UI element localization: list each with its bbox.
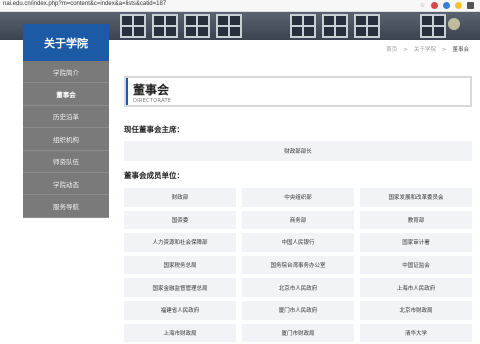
member-item: 国家发展和改革委员会 [360,188,472,207]
banner-window [120,14,146,38]
banner-window [216,14,242,38]
member-item: 北京市财政局 [360,300,472,320]
banner-window [290,14,316,38]
member-item: 国家审计署 [360,233,472,252]
sidebar-item-news[interactable]: 学院动态 [23,173,109,196]
banner-lamp [448,18,460,30]
breadcrumb-separator: > [441,47,447,53]
banner-window [184,14,210,38]
member-item: 商务部 [242,210,354,230]
sidebar-item-intro[interactable]: 学院简介 [23,61,109,84]
member-item: 国资委 [124,210,236,230]
sidebar-item-board[interactable]: 董事会 [23,83,109,106]
sidebar-item-faculty[interactable]: 师资队伍 [23,151,109,173]
member-item: 人力资源和社会保障部 [124,233,236,252]
url-text[interactable]: nai.edu.cn/index.php?m=content&c=index&a… [3,1,166,7]
extension-blue-icon[interactable] [443,2,450,9]
member-item: 上海市财政局 [124,323,236,343]
chair-value: 财政部部长 [124,141,472,161]
member-item: 福建省人民政府 [124,300,236,320]
chair-heading: 现任董事会主席： [124,125,184,134]
member-item: 国家税务总局 [124,255,236,275]
breadcrumb-about[interactable]: 关于学院 [414,47,436,53]
breadcrumb-current: 董事会 [452,47,469,53]
member-item: 北京市人民政府 [242,278,354,297]
member-item: 中国证监会 [360,255,472,275]
sidebar-item-organization[interactable]: 组织机构 [23,128,109,151]
member-item: 中国人民银行 [242,233,354,252]
breadcrumb-home[interactable]: 首页 [386,47,397,53]
extension-yellow-icon[interactable] [455,2,462,9]
page-header: 董事会 DIRECTORATE [124,76,472,107]
banner-window [420,14,446,38]
sidebar-item-service[interactable]: 服务导航 [23,195,109,218]
bookmark-star-icon[interactable]: ☆ [419,2,426,9]
member-item: 国家金融监督管理总局 [124,278,236,297]
member-item: 中央组织部 [242,188,354,207]
page-title: 董事会 [133,83,170,97]
browser-address-bar[interactable]: nai.edu.cn/index.php?m=content&c=index&a… [0,0,480,12]
extension-red-icon[interactable] [431,2,438,9]
banner-window [152,14,178,38]
breadcrumb-separator: > [403,47,408,53]
members-grid: 财政部 中央组织部 国家发展和改革委员会国资委 商务部 教育部人力资源和社会保障部 中国人… [124,188,472,343]
extensions-puzzle-icon[interactable] [467,2,474,9]
browser-toolbar-icons: ☆ [419,2,474,9]
members-heading: 董事会成员单位： [124,171,184,180]
member-item: 厦门市财政局 [242,323,354,343]
member-item: 上海市人民政府 [360,278,472,297]
banner-window [322,14,348,38]
sidebar-title: 关于学院 [23,24,109,61]
member-item: 教育部 [360,210,472,230]
page-subtitle: DIRECTORATE [133,98,172,104]
member-item: 财政部 [124,188,236,207]
sidebar-item-history[interactable]: 历史沿革 [23,106,109,129]
member-item: 清华大学 [360,323,472,343]
member-item: 国务院台湾事务办公室 [242,255,354,275]
banner-window [354,14,380,38]
sidebar-nav: 学院简介 董事会 历史沿革 组织机构 师资队伍 学院动态 服务导航 [23,61,109,218]
breadcrumb: 首页 > 关于学院 > 董事会 [383,45,472,53]
member-item: 厦门市人民政府 [242,300,354,320]
